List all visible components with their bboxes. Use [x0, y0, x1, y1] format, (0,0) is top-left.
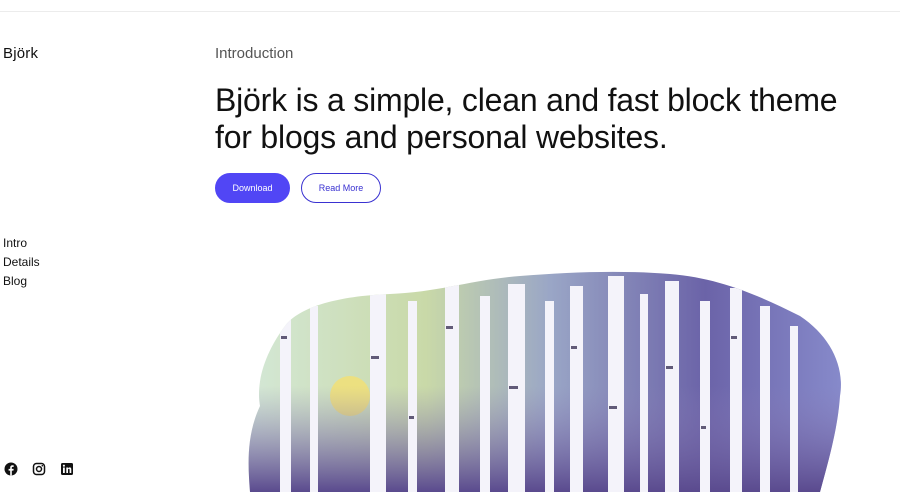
birch-forest-illustration: [240, 266, 860, 493]
facebook-icon[interactable]: [4, 462, 18, 476]
hero-buttons: Download Read More: [215, 173, 381, 203]
hero-headline: Björk is a simple, clean and fast block …: [215, 82, 838, 155]
nav-item-intro[interactable]: Intro: [3, 236, 40, 251]
nav-item-blog[interactable]: Blog: [3, 274, 40, 289]
side-navigation: Intro Details Blog: [3, 236, 40, 289]
social-links: [4, 462, 74, 476]
read-more-button[interactable]: Read More: [301, 173, 381, 203]
instagram-icon[interactable]: [32, 462, 46, 476]
linkedin-icon[interactable]: [60, 462, 74, 476]
section-eyebrow: Introduction: [215, 45, 294, 62]
header-divider: [0, 11, 900, 12]
nav-item-details[interactable]: Details: [3, 255, 40, 270]
site-title[interactable]: Björk: [3, 45, 38, 62]
download-button[interactable]: Download: [215, 173, 290, 203]
